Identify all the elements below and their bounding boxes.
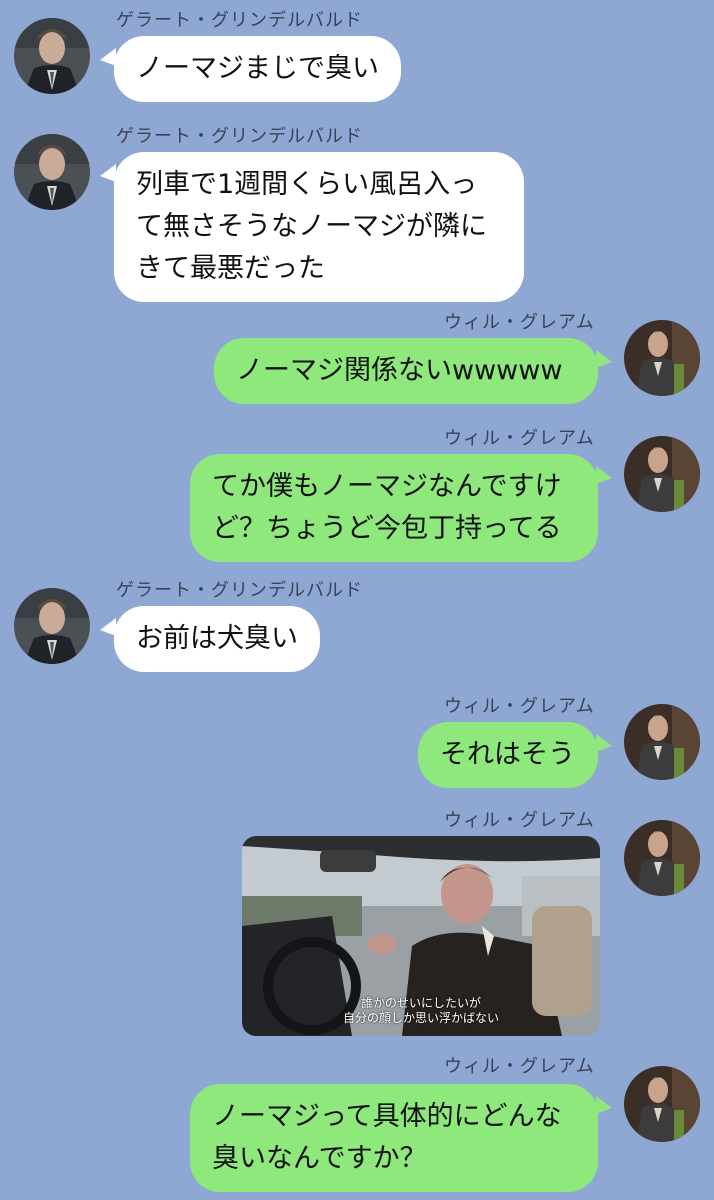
message-line: 臭いなんですか？ (212, 1143, 427, 1174)
message-line: 列車で1週間くらい風呂入っ (136, 169, 478, 200)
message-text: お前は犬臭い (136, 623, 298, 654)
message-text: それはそう (440, 739, 575, 770)
avatar-grindelwald[interactable] (14, 18, 90, 94)
message-bubble[interactable]: ノーマジまじで臭い (114, 36, 401, 102)
image-subtitle: 誰かのせいにしたいが (360, 996, 481, 1010)
message-bubble[interactable]: それはそう (418, 722, 598, 788)
avatar-will-graham[interactable] (624, 320, 700, 396)
sender-name: ウィル・グレアム (444, 696, 595, 717)
avatar-grindelwald[interactable] (14, 588, 90, 664)
bubble-tail (596, 734, 612, 752)
avatar-grindelwald[interactable] (14, 134, 90, 210)
message-line: て無さそうなノーマジが隣に (136, 211, 487, 242)
avatar-will-graham[interactable] (624, 820, 700, 896)
message-line: ノーマジって具体的にどんな (212, 1101, 562, 1132)
bubble-tail (596, 350, 612, 368)
avatar-will-graham[interactable] (624, 704, 700, 780)
message-line: きて最悪だった (136, 253, 325, 284)
sender-name: ゲラート・グリンデルバルド (116, 10, 363, 31)
avatar-will-graham[interactable] (624, 436, 700, 512)
message-bubble[interactable]: ノーマジって具体的にどんな 臭いなんですか？ (190, 1084, 598, 1192)
sender-name: ゲラート・グリンデルバルド (116, 580, 363, 601)
sender-name: ウィル・グレアム (444, 1056, 595, 1077)
message-bubble[interactable]: 列車で1週間くらい風呂入っ て無さそうなノーマジが隣に きて最悪だった (114, 152, 524, 302)
message-bubble[interactable]: てか僕もノーマジなんですけ ど？ちょうど今包丁持ってる (190, 454, 598, 562)
message-line: てか僕もノーマジなんですけ (212, 471, 562, 502)
message-text: ノーマジまじで臭い (136, 53, 379, 84)
avatar-will-graham[interactable] (624, 1066, 700, 1142)
bubble-tail (596, 466, 612, 484)
message-text: ノーマジ関係ないwwwww (236, 355, 563, 386)
sender-name: ウィル・グレアム (444, 810, 595, 831)
bubble-tail (596, 1096, 612, 1114)
image-subtitle: 自分の顔しか思い浮かばない (342, 1011, 499, 1025)
message-bubble[interactable]: お前は犬臭い (114, 606, 320, 672)
sender-name: ウィル・グレアム (444, 312, 595, 333)
sender-name: ウィル・グレアム (444, 428, 595, 449)
image-message[interactable]: 誰かのせいにしたいが 自分の顔しか思い浮かばない (242, 836, 600, 1036)
message-bubble[interactable]: ノーマジ関係ないwwwww (214, 338, 598, 404)
sender-name: ゲラート・グリンデルバルド (116, 126, 363, 147)
message-line: ど？ちょうど今包丁持ってる (212, 513, 562, 544)
